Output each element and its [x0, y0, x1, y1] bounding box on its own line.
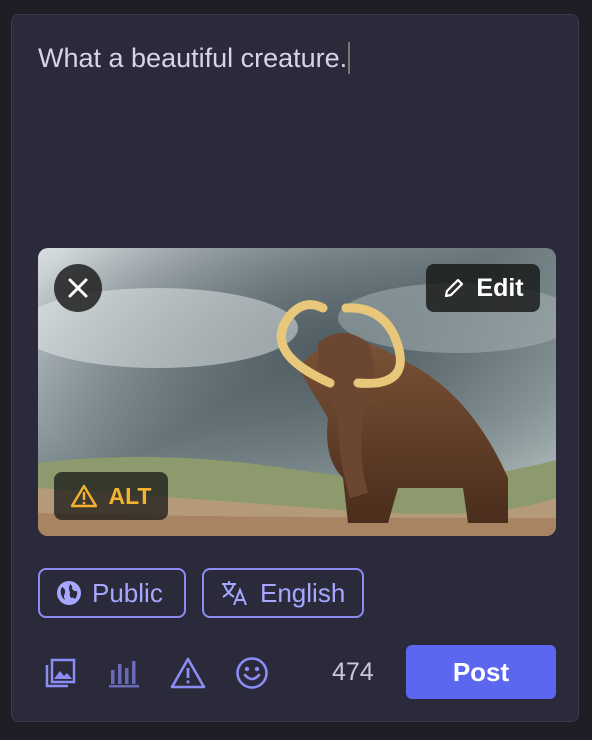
image-icon — [45, 658, 76, 688]
add-media-button[interactable] — [42, 655, 78, 691]
translate-icon — [222, 581, 247, 606]
poll-icon — [109, 661, 139, 688]
edit-media-button[interactable]: Edit — [426, 264, 540, 312]
remove-media-button[interactable] — [54, 264, 102, 312]
compose-box: What a beautiful creature. Edit ALT Publ… — [11, 14, 579, 722]
post-text-input[interactable]: What a beautiful creature. — [38, 41, 554, 241]
attached-image[interactable]: Edit ALT — [38, 248, 556, 536]
content-warning-button[interactable] — [170, 655, 206, 691]
edit-label: Edit — [476, 273, 524, 302]
visibility-label: Public — [92, 577, 163, 608]
post-text: What a beautiful creature. — [38, 43, 348, 73]
pencil-icon — [445, 278, 464, 298]
warning-icon — [71, 484, 98, 508]
close-icon — [68, 278, 88, 298]
emoji-icon — [236, 657, 268, 689]
character-count: 474 — [332, 658, 374, 686]
content-warning-icon — [170, 657, 206, 689]
text-caret — [348, 42, 351, 74]
visibility-selector[interactable]: Public — [38, 568, 186, 618]
globe-icon — [57, 581, 81, 605]
language-label: English — [260, 577, 346, 608]
language-selector[interactable]: English — [202, 568, 364, 618]
emoji-button[interactable] — [234, 655, 270, 691]
alt-label: ALT — [108, 482, 152, 509]
alt-text-button[interactable]: ALT — [54, 472, 168, 520]
post-button[interactable]: Post — [406, 645, 556, 699]
add-poll-button[interactable] — [106, 655, 142, 691]
